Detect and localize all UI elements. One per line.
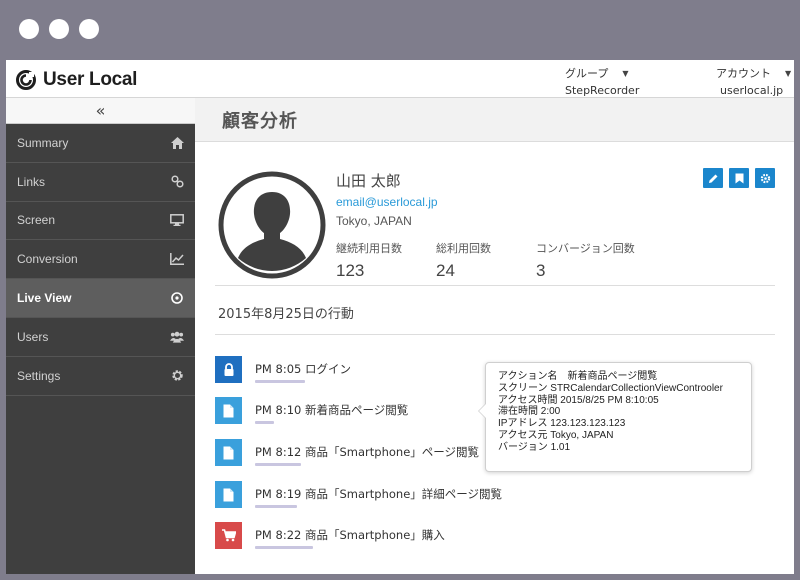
profile-actions	[703, 168, 775, 188]
caret-down-icon: ▼	[785, 68, 792, 78]
divider	[215, 334, 775, 335]
tooltip-access-origin: アクセス元 Tokyo, JAPAN	[498, 429, 614, 441]
account-menu-value: userlocal.jp	[720, 84, 784, 97]
sidebar-item-users[interactable]: Users	[6, 318, 195, 357]
page-icon	[215, 481, 242, 508]
sidebar-item-live-view[interactable]: Live View	[6, 279, 195, 318]
tooltip-stay-time: 滞在時間 2:00	[498, 406, 561, 418]
customer-profile: 山田 太郎 email@userlocal.jp Tokyo, JAPAN 継続…	[215, 168, 775, 286]
group-menu[interactable]: グループ ▼ StepRecorder	[565, 65, 639, 97]
tooltip-access-time: アクセス時間 2015/8/25 PM 8:10:05	[498, 394, 659, 406]
sidebar-item-label: Live View	[17, 291, 72, 306]
lock-icon	[215, 356, 242, 383]
stat-label: 総利用回数	[436, 242, 491, 255]
bookmark-icon	[735, 173, 743, 183]
edit-button[interactable]	[703, 168, 723, 188]
sidebar-item-screen[interactable]: Screen	[6, 202, 195, 241]
timeline-event-bar	[255, 505, 297, 508]
timeline-event-bar	[255, 380, 305, 383]
timeline-event-text: PM 8:22 商品「Smartphone」購入	[255, 528, 445, 542]
sidebar-item-label: Conversion	[17, 252, 78, 267]
sidebar-item-label: Settings	[17, 368, 61, 383]
logo-text: User Local	[43, 69, 138, 90]
page-icon	[215, 439, 242, 466]
sidebar-item-links[interactable]: Links	[6, 163, 195, 202]
window-dot-zoom[interactable]	[79, 19, 99, 39]
timeline-event-text: PM 8:12 商品「Smartphone」ページ閲覧	[255, 445, 480, 459]
header: User Local グループ ▼ StepRecorder アカウント ▼ use…	[6, 60, 794, 98]
tooltip-arrow	[478, 403, 486, 419]
stat-value: 3	[536, 261, 546, 280]
customer-name: 山田 太郎	[336, 172, 401, 190]
timeline-event-bar	[255, 421, 274, 424]
sidebar-item-label: Summary	[17, 135, 69, 150]
group-menu-value: StepRecorder	[565, 84, 640, 97]
pencil-icon	[708, 174, 717, 183]
sidebar-item-label: Screen	[17, 213, 56, 228]
tooltip-screen: スクリーン STRCalendarCollectionViewControole…	[498, 382, 723, 394]
stat-total-uses: 総利用回数 24	[436, 240, 491, 281]
users-icon	[170, 330, 184, 344]
customer-email[interactable]: email@userlocal.jp	[336, 195, 438, 209]
timeline-event-bar	[255, 463, 301, 466]
home-icon	[170, 136, 184, 150]
stat-conversions: コンバージョン回数 3	[536, 240, 635, 281]
userlocal-logo-icon	[16, 70, 36, 90]
timeline-event-text: PM 8:05 ログイン	[255, 362, 351, 376]
sidebar-item-settings[interactable]: Settings	[6, 357, 195, 396]
page-icon	[215, 397, 242, 424]
stat-value: 123	[336, 261, 365, 280]
sidebar: « Summary Links Screen Conversion Live V…	[6, 98, 195, 574]
main-content: 顧客分析 山田 太郎 email@userlocal.jp Tokyo, JAP…	[195, 98, 794, 574]
tooltip-version: バージョン 1.01	[498, 441, 571, 453]
timeline-event-text: PM 8:19 商品「Smartphone」詳細ページ閲覧	[255, 487, 503, 501]
page-title: 顧客分析	[222, 110, 298, 132]
gear-icon	[760, 173, 770, 183]
monitor-icon	[170, 213, 184, 227]
bookmark-button[interactable]	[729, 168, 749, 188]
account-menu[interactable]: アカウント ▼ userlocal.jp	[716, 65, 791, 97]
settings-button[interactable]	[755, 168, 775, 188]
window-controls	[19, 19, 99, 39]
stat-continuous-days: 継続利用日数 123	[336, 240, 402, 281]
gear-icon	[170, 369, 184, 383]
timeline-event-text: PM 8:10 新着商品ページ閲覧	[255, 403, 409, 417]
stat-value: 24	[436, 261, 455, 280]
sidebar-item-label: Users	[17, 329, 49, 344]
double-chevron-left-icon: «	[95, 101, 106, 120]
timeline-event-bar	[255, 546, 313, 549]
caret-down-icon: ▼	[622, 68, 629, 78]
event-detail-tooltip: アクション名 新着商品ページ閲覧 スクリーン STRCalendarCollec…	[478, 362, 752, 472]
link-icon	[170, 175, 184, 189]
stat-label: 継続利用日数	[336, 242, 402, 255]
window-dot-minimize[interactable]	[49, 19, 69, 39]
avatar	[218, 171, 326, 279]
chart-icon	[170, 252, 184, 266]
activity-date-heading: 2015年8月25日の行動	[218, 307, 354, 322]
sidebar-item-label: Links	[17, 174, 46, 189]
clock-icon	[170, 291, 184, 305]
group-menu-label: グループ	[565, 67, 609, 80]
logo[interactable]: User Local	[15, 69, 137, 91]
title-bar: 顧客分析	[195, 98, 794, 142]
customer-location: Tokyo, JAPAN	[336, 214, 412, 228]
window-dot-close[interactable]	[19, 19, 39, 39]
sidebar-item-conversion[interactable]: Conversion	[6, 240, 195, 280]
cart-icon	[215, 522, 242, 549]
app-window: User Local グループ ▼ StepRecorder アカウント ▼ use…	[6, 60, 794, 574]
sidebar-collapse-button[interactable]: «	[6, 98, 195, 124]
tooltip-ip-address: IPアドレス 123.123.123.123	[498, 418, 626, 430]
sidebar-item-summary[interactable]: Summary	[6, 124, 195, 163]
stat-label: コンバージョン回数	[536, 242, 635, 255]
tooltip-action-name: アクション名 新着商品ページ閲覧	[498, 371, 658, 382]
account-menu-label: アカウント	[716, 67, 771, 80]
